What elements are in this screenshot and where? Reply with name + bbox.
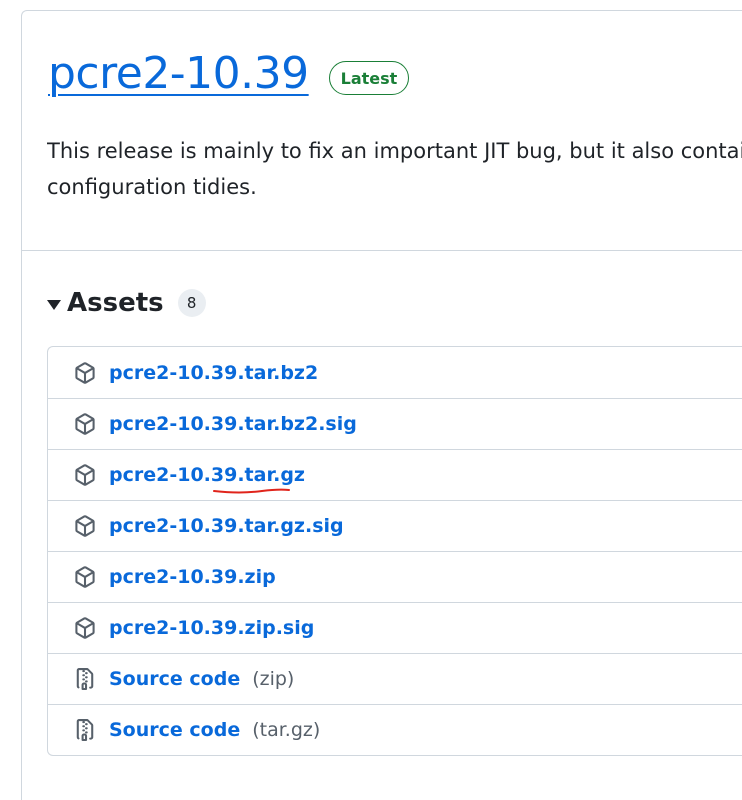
asset-link[interactable]: pcre2-10.39.tar.gz.sig (109, 515, 344, 537)
asset-format-suffix: (tar.gz) (252, 719, 321, 741)
asset-row: pcre2-10.39.tar.bz2 (48, 347, 742, 398)
asset-format-suffix: (zip) (252, 668, 295, 690)
package-icon (73, 463, 97, 487)
asset-row: Source code (tar.gz) (48, 704, 742, 755)
release-description-line: configuration tidies. (47, 175, 257, 199)
package-icon (73, 565, 97, 589)
caret-down-icon (47, 299, 61, 310)
asset-link[interactable]: pcre2-10.39.tar.bz2 (109, 362, 318, 384)
source-code-zip-link[interactable]: Source code (zip) (109, 668, 294, 690)
asset-row: pcre2-10.39.tar.bz2.sig (48, 398, 742, 449)
asset-row: pcre2-10.39.zip (48, 551, 742, 602)
asset-row: pcre2-10.39.zip.sig (48, 602, 742, 653)
release-card: pcre2-10.39 Latest This release is mainl… (21, 10, 742, 800)
asset-list: pcre2-10.39.tar.bz2 pcre2-10.39.tar.bz2.… (47, 346, 742, 756)
release-title-link[interactable]: pcre2-10.39 (48, 46, 309, 102)
release-description: This release is mainly to fix an importa… (47, 133, 742, 205)
asset-link[interactable]: pcre2-10.39.tar.bz2.sig (109, 413, 357, 435)
file-zip-icon (73, 667, 97, 691)
package-icon (73, 412, 97, 436)
assets-count-badge: 8 (177, 289, 206, 317)
section-divider (22, 250, 742, 251)
asset-row: pcre2-10.39.tar.gz.sig (48, 500, 742, 551)
asset-row: pcre2-10.39.tar.gz (48, 449, 742, 500)
asset-link[interactable]: pcre2-10.39.zip (109, 566, 276, 588)
package-icon (73, 616, 97, 640)
source-code-targz-link[interactable]: Source code (tar.gz) (109, 719, 320, 741)
asset-row: Source code (zip) (48, 653, 742, 704)
release-description-line: This release is mainly to fix an importa… (47, 139, 742, 163)
asset-link-label: Source code (109, 719, 241, 741)
latest-badge: Latest (329, 61, 409, 95)
asset-link-label: Source code (109, 668, 241, 690)
assets-title: Assets (67, 288, 164, 318)
package-icon (73, 514, 97, 538)
package-icon (73, 361, 97, 385)
assets-toggle[interactable]: Assets 8 (47, 283, 206, 323)
asset-link[interactable]: pcre2-10.39.tar.gz (109, 464, 305, 486)
asset-link[interactable]: pcre2-10.39.zip.sig (109, 617, 314, 639)
file-zip-icon (73, 718, 97, 742)
